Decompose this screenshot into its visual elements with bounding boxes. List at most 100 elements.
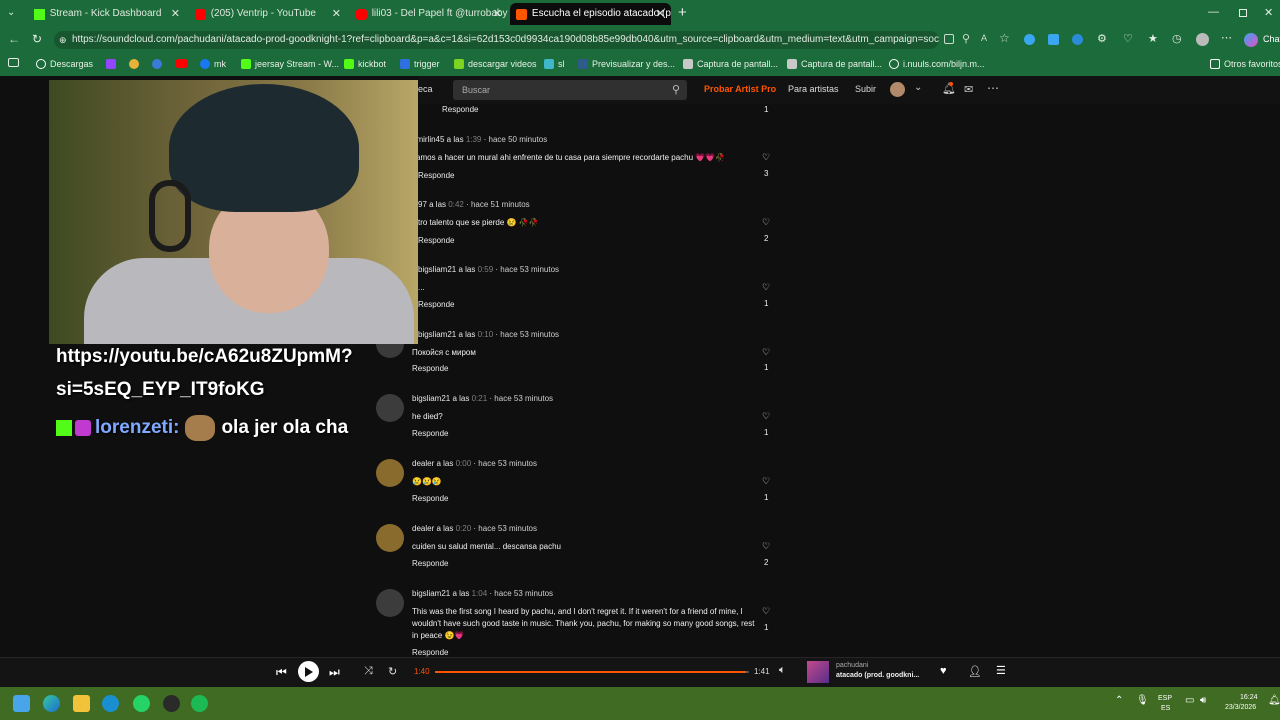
reply-button[interactable]: Responde xyxy=(412,559,448,568)
url-field[interactable]: ⊕ https://soundcloud.com/pachudani/ataca… xyxy=(54,31,939,49)
comment-timestamp[interactable]: 0:10 xyxy=(478,330,494,339)
heart-icon[interactable]: ♡ xyxy=(762,217,771,227)
keyboard-layout[interactable]: ES xyxy=(1161,705,1170,712)
user-avatar[interactable] xyxy=(890,82,905,97)
tray-chevron-icon[interactable]: ⌃ xyxy=(1115,695,1123,706)
comment-user[interactable]: bigsliam21 a las xyxy=(418,330,475,339)
comment-user[interactable]: dealer a las xyxy=(412,459,453,468)
reply-button[interactable]: Responde xyxy=(412,429,448,438)
comment-avatar[interactable] xyxy=(376,524,404,552)
track-title[interactable]: atacado (prod. goodkni... xyxy=(836,672,919,679)
bookmark-descargas[interactable]: Descargas xyxy=(36,56,93,72)
zoom-search-icon[interactable]: ⚲ xyxy=(962,32,970,45)
network-icon[interactable]: ▭ xyxy=(1185,695,1194,706)
comment-timestamp[interactable]: 1:04 xyxy=(472,589,488,598)
microphone-icon[interactable]: 🎙︎ xyxy=(1136,695,1149,706)
reply-button[interactable]: Responde xyxy=(412,494,448,503)
obs-icon[interactable] xyxy=(163,695,180,712)
more-options-icon[interactable]: ⋯ xyxy=(987,81,999,95)
queue-list-icon[interactable]: ☰ xyxy=(996,664,1006,677)
bookmark-jeersay-stream[interactable]: jeersay Stream - W... xyxy=(241,56,339,72)
shuffle-icon[interactable]: ⤨ xyxy=(364,665,373,678)
browser-essentials-icon[interactable]: ♡ xyxy=(1123,32,1133,45)
bookmark-icon[interactable] xyxy=(152,59,162,69)
extension-icon[interactable] xyxy=(1072,34,1083,45)
copilot-icon[interactable] xyxy=(1244,33,1258,47)
whatsapp-icon[interactable] xyxy=(133,695,150,712)
close-tab-icon[interactable]: ✕ xyxy=(171,3,180,25)
close-tab-icon[interactable]: ✕ xyxy=(656,3,665,25)
tab-kick-dashboard[interactable]: Stream - Kick Dashboard ✕ xyxy=(28,3,186,25)
file-explorer-icon[interactable] xyxy=(73,695,90,712)
profile-avatar[interactable] xyxy=(1196,33,1209,46)
reply-button[interactable]: Responde xyxy=(418,300,454,309)
bookmark-trigger[interactable]: trigger xyxy=(400,56,440,72)
nav-library-partial[interactable]: eca xyxy=(418,84,433,94)
progress-track[interactable] xyxy=(435,671,749,673)
bookmark-sl[interactable]: sl xyxy=(544,56,565,72)
volume-tray-icon[interactable]: 🔊︎ xyxy=(1200,695,1206,706)
new-tab-icon[interactable]: + xyxy=(678,4,687,21)
reply-button[interactable]: Responde xyxy=(412,364,448,373)
heart-icon[interactable]: ♡ xyxy=(762,411,771,421)
comment-timestamp[interactable]: 0:21 xyxy=(472,394,488,403)
more-menu-icon[interactable]: ⋯ xyxy=(1221,31,1232,44)
tab-youtube-ventrip[interactable]: (205) Ventrip - YouTube ✕ xyxy=(189,3,347,25)
comment-user[interactable]: bigsliam21 a las xyxy=(412,589,469,598)
clock-time[interactable]: 16:24 xyxy=(1240,694,1258,701)
notification-center-icon[interactable]: 🔔︎ xyxy=(1268,695,1280,706)
comment-avatar[interactable] xyxy=(376,394,404,422)
favorites-icon[interactable]: ★ xyxy=(1148,32,1158,45)
follow-user-icon[interactable]: 👤︎ xyxy=(968,665,982,678)
close-tab-icon[interactable]: ✕ xyxy=(332,3,341,25)
comment-avatar[interactable] xyxy=(376,589,404,617)
spotify-icon[interactable] xyxy=(191,695,208,712)
comment-user[interactable]: dealer a las xyxy=(412,524,453,533)
for-artists-link[interactable]: Para artistas xyxy=(788,84,839,94)
like-heart-icon[interactable]: ♥ xyxy=(940,665,947,677)
reply-button[interactable]: Responde xyxy=(418,236,454,245)
bookmark-previsualizar[interactable]: Previsualizar y des... xyxy=(578,56,675,72)
clock-date[interactable]: 23/3/2026 xyxy=(1225,704,1256,711)
upload-link[interactable]: Subir xyxy=(855,84,876,94)
edge-browser-icon[interactable] xyxy=(43,695,60,712)
language-indicator[interactable]: ESP xyxy=(1158,695,1172,702)
twitch-icon[interactable] xyxy=(106,59,116,69)
messages-mail-icon[interactable]: ✉ xyxy=(964,83,973,96)
search-input[interactable]: Buscar ⚲ xyxy=(453,80,687,100)
heart-icon[interactable]: ♡ xyxy=(762,152,771,162)
bookmark-otros-favoritos[interactable]: Otros favoritos xyxy=(1210,56,1280,72)
extension-icon[interactable] xyxy=(1048,34,1059,45)
repeat-icon[interactable]: ↻ xyxy=(388,665,397,678)
site-info-icon[interactable]: ⊕ xyxy=(59,31,67,49)
comment-timestamp[interactable]: 0:00 xyxy=(456,459,472,468)
heart-icon[interactable]: ♡ xyxy=(762,347,771,357)
comment-user[interactable]: bigsliam21 a las xyxy=(418,265,475,274)
windows-start-icon[interactable] xyxy=(13,695,30,712)
reply-button[interactable]: Responde xyxy=(442,105,478,114)
favorite-star-icon[interactable]: ☆ xyxy=(999,31,1010,45)
heart-icon[interactable]: ♡ xyxy=(762,282,771,292)
search-icon[interactable]: ⚲ xyxy=(672,80,680,100)
history-icon[interactable]: ◷ xyxy=(1172,32,1182,45)
close-tab-icon[interactable]: ✕ xyxy=(493,3,502,25)
track-artwork[interactable] xyxy=(807,661,829,683)
bookmark-icon[interactable] xyxy=(129,59,139,69)
heart-icon[interactable]: ♡ xyxy=(762,606,771,616)
comment-user[interactable]: 97 a las xyxy=(418,200,446,209)
reply-button[interactable]: Responde xyxy=(412,648,448,657)
comment-timestamp[interactable]: 0:59 xyxy=(478,265,494,274)
comment-timestamp[interactable]: 0:42 xyxy=(448,200,464,209)
previous-track-icon[interactable]: ⏮ xyxy=(276,665,287,680)
extension-icon[interactable] xyxy=(1024,34,1035,45)
app-available-icon[interactable] xyxy=(944,34,954,44)
volume-icon[interactable]: 🔈︎ xyxy=(779,664,786,677)
comment-timestamp[interactable]: 1:39 xyxy=(466,135,482,144)
bookmark-nuuls[interactable]: i.nuuls.com/biljn.m... xyxy=(889,56,985,72)
youtube-bookmark-icon[interactable] xyxy=(176,59,187,68)
read-aloud-icon[interactable]: A xyxy=(981,33,987,43)
minimize-icon[interactable]: — xyxy=(1208,6,1219,18)
heart-icon[interactable]: ♡ xyxy=(762,541,771,551)
bookmark-captura-2[interactable]: Captura de pantall... xyxy=(787,56,882,72)
chat-button[interactable]: Chat xyxy=(1263,34,1280,44)
